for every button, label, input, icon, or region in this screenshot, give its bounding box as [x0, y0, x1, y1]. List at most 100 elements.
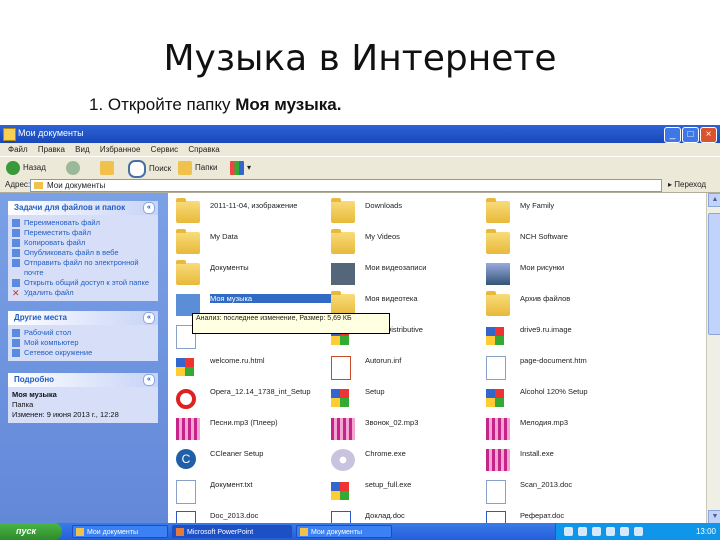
file-item[interactable]: Autorun.inf [323, 352, 493, 382]
views-button[interactable]: ▾ [230, 160, 251, 176]
menu-edit[interactable]: Правка [38, 143, 65, 156]
network-icon [12, 349, 20, 357]
tray-icon[interactable] [620, 527, 629, 536]
file-label: Autorun.inf [365, 356, 402, 365]
tray-icon[interactable] [592, 527, 601, 536]
toolbar: Назад Поиск Папки ▾ [0, 156, 720, 180]
search-button[interactable]: Поиск [128, 160, 171, 178]
scroll-up-icon[interactable]: ▲ [708, 193, 720, 207]
file-item[interactable]: Архив файлов [478, 290, 648, 320]
file-item[interactable]: Документ.txt [168, 476, 338, 506]
place-network[interactable]: Сетевое окружение [12, 348, 154, 358]
file-item[interactable]: My Videos [323, 228, 493, 258]
file-item[interactable]: Мои рисунки [478, 259, 648, 289]
minimize-button[interactable]: _ [664, 127, 681, 143]
folder-icon [300, 528, 308, 536]
place-label: Мой компьютер [24, 338, 79, 347]
task-copy[interactable]: Копировать файл [12, 238, 154, 248]
menu-file[interactable]: Файл [8, 143, 28, 156]
folder-icon [486, 229, 510, 254]
file-item[interactable]: drive9.ru.image [478, 321, 648, 351]
file-item[interactable]: welcome.ru.html [168, 352, 338, 382]
menu-view[interactable]: Вид [75, 143, 89, 156]
tray-icon[interactable] [564, 527, 573, 536]
task-share[interactable]: Открыть общий доступ к этой папке [12, 278, 154, 288]
other-places-header[interactable]: Другие места « [8, 311, 158, 325]
go-label: Переход [674, 180, 707, 189]
collapse-icon[interactable]: « [143, 374, 155, 386]
start-button[interactable]: пуск [0, 523, 62, 540]
file-item[interactable]: NCH Software [478, 228, 648, 258]
file-item[interactable]: Downloads [323, 197, 493, 227]
scroll-thumb[interactable] [708, 213, 720, 335]
taskbar-item-label: Microsoft PowerPoint [187, 529, 254, 536]
file-item[interactable]: Мои видеозаписи [323, 259, 493, 289]
go-button[interactable]: ▸ Переход [668, 180, 706, 189]
window-titlebar[interactable]: Мои документы _ □ × [0, 125, 720, 143]
task-email[interactable]: Отправить файл по электронной почте [12, 258, 154, 278]
file-tasks-header[interactable]: Задачи для файлов и папок « [8, 201, 158, 215]
details-name: Моя музыка [12, 390, 57, 399]
file-item[interactable]: Chrome.exe [323, 445, 493, 475]
forward-arrow-icon [66, 160, 80, 175]
file-item[interactable]: Песни.mp3 (Плеер) [168, 414, 338, 444]
file-item[interactable]: page-document.htm [478, 352, 648, 382]
file-label: Chrome.exe [365, 449, 406, 458]
file-item[interactable]: Opera_12.14_1738_int_Setup [168, 383, 338, 413]
win-icon [331, 482, 349, 500]
tray-icon[interactable] [634, 527, 643, 536]
menubar: Файл Правка Вид Избранное Сервис Справка [0, 143, 720, 156]
tray-icon[interactable] [578, 527, 587, 536]
pink-icon [176, 418, 200, 440]
back-label: Назад [23, 163, 46, 172]
file-item[interactable]: C CCleaner Setup [168, 445, 338, 475]
forward-button[interactable] [66, 160, 83, 176]
file-item[interactable]: Scan_2013.doc [478, 476, 648, 506]
file-label: My Data [210, 232, 238, 241]
menu-favorites[interactable]: Избранное [100, 143, 141, 156]
details-header[interactable]: Подробно « [8, 373, 158, 387]
maximize-button[interactable]: □ [682, 127, 699, 143]
file-item[interactable]: Мелодия.mp3 [478, 414, 648, 444]
close-button[interactable]: × [700, 127, 717, 143]
menu-help[interactable]: Справка [188, 143, 219, 156]
folders-button[interactable]: Папки [178, 160, 218, 176]
collapse-icon[interactable]: « [143, 312, 155, 324]
file-item[interactable]: Документы [168, 259, 338, 289]
file-item[interactable]: My Data [168, 228, 338, 258]
task-rename[interactable]: Переименовать файл [12, 218, 154, 228]
file-item[interactable]: setup_full.exe [323, 476, 493, 506]
task-publish[interactable]: Опубликовать файл в вебе [12, 248, 154, 258]
file-item[interactable]: Setup [323, 383, 493, 413]
place-desktop[interactable]: Рабочий стол [12, 328, 154, 338]
other-places-list: Рабочий стол Мой компьютер Сетевое окруж… [8, 325, 158, 361]
file-item[interactable]: 2011-11-04, изображение [168, 197, 338, 227]
menu-tools[interactable]: Сервис [151, 143, 178, 156]
collapse-icon[interactable]: « [143, 202, 155, 214]
tray-icon[interactable] [606, 527, 615, 536]
file-tasks-list: Переименовать файл Переместить файл Копи… [8, 215, 158, 301]
address-bar: Адрес: Мои документы ▸ Переход [0, 178, 720, 193]
task-delete[interactable]: ✕ Удалить файл [12, 288, 154, 298]
details-modified: Изменен: 9 июня 2013 г., 12:28 [12, 410, 119, 419]
place-my-computer[interactable]: Мой компьютер [12, 338, 154, 348]
address-field[interactable]: Мои документы [30, 179, 662, 192]
file-label: welcome.ru.html [210, 356, 265, 365]
taskbar-item-powerpoint[interactable]: Microsoft PowerPoint [172, 525, 292, 538]
vertical-scrollbar[interactable]: ▲ ▼ [706, 193, 720, 524]
taskbar-item-explorer[interactable]: Мои документы [296, 525, 392, 538]
file-item[interactable]: Install.exe [478, 445, 648, 475]
file-item[interactable]: Alcohol 120% Setup [478, 383, 648, 413]
scroll-down-icon[interactable]: ▼ [708, 510, 720, 524]
folder-icon [76, 528, 84, 536]
back-button[interactable]: Назад [6, 160, 46, 176]
opera-icon [176, 389, 196, 409]
task-move[interactable]: Переместить файл [12, 228, 154, 238]
taskbar-item-my-documents[interactable]: Мои документы [72, 525, 168, 538]
ppt-icon [331, 356, 351, 380]
other-places-title: Другие места [14, 313, 67, 322]
up-button[interactable] [100, 160, 117, 176]
file-item[interactable]: My Family [478, 197, 648, 227]
views-icon [230, 160, 244, 175]
file-item[interactable]: Звонок_02.mp3 [323, 414, 493, 444]
